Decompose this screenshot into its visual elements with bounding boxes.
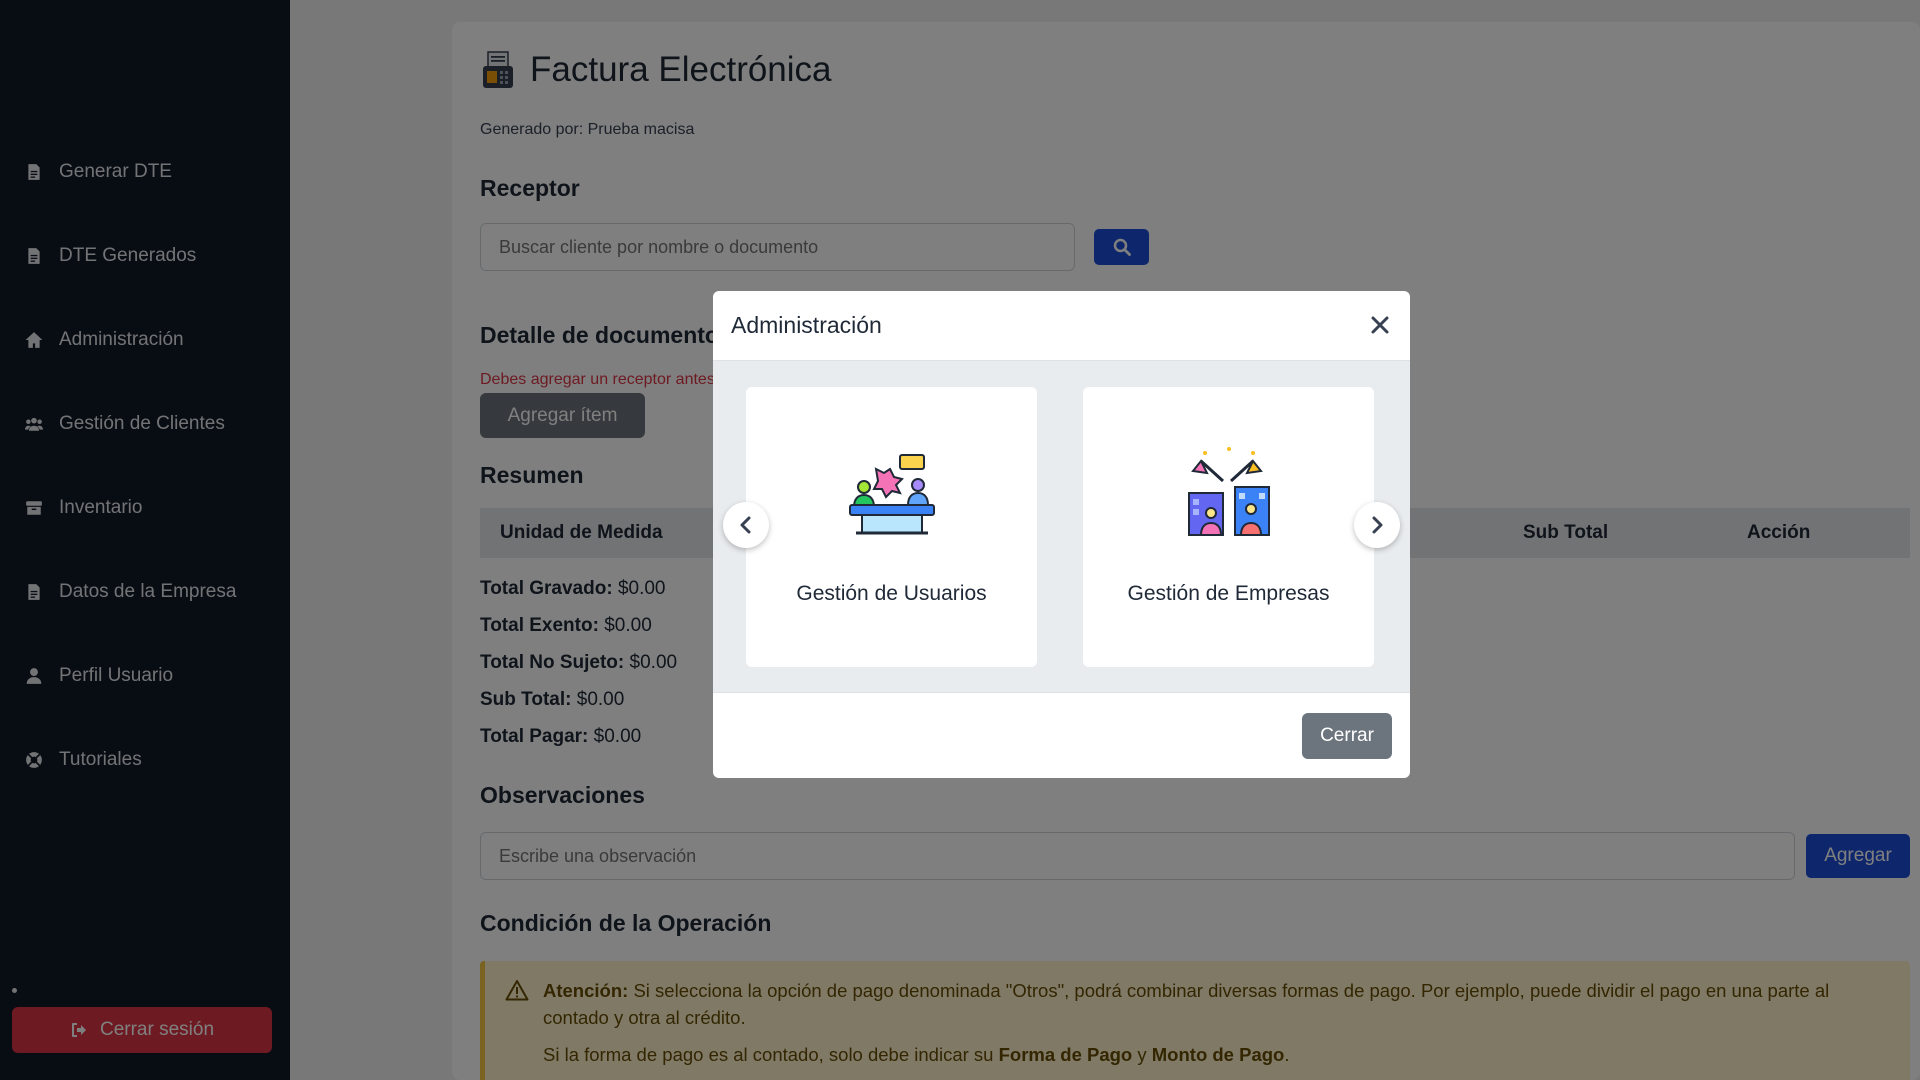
- chevron-right-icon: [1372, 516, 1383, 534]
- close-icon[interactable]: [1368, 313, 1392, 337]
- team-meeting-icon: [849, 454, 935, 535]
- carousel-next-button[interactable]: [1354, 502, 1400, 548]
- carousel-prev-button[interactable]: [723, 502, 769, 548]
- card-label: Gestión de Usuarios: [796, 582, 987, 605]
- modal-body: Gestión de Usuarios Gestión de Empresas: [713, 361, 1410, 692]
- card-label: Gestión de Empresas: [1127, 582, 1330, 605]
- modal-header: Administración: [713, 291, 1410, 361]
- modal-title: Administración: [731, 312, 882, 338]
- chevron-left-icon: [740, 516, 751, 534]
- modal-close-button[interactable]: Cerrar: [1302, 713, 1392, 759]
- companies-icon: [1188, 447, 1270, 536]
- administration-modal: Administración Gestión de Usuarios Gesti…: [713, 291, 1410, 778]
- modal-footer: Cerrar: [713, 692, 1410, 778]
- card-gestion-empresas[interactable]: Gestión de Empresas: [1083, 387, 1374, 667]
- card-gestion-usuarios[interactable]: Gestión de Usuarios: [746, 387, 1037, 667]
